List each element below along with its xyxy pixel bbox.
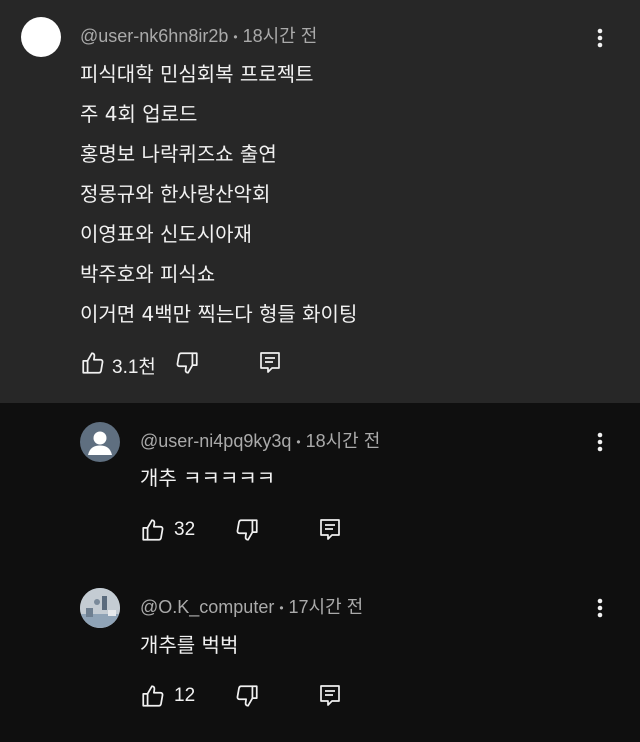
more-vert-icon[interactable] bbox=[588, 428, 612, 456]
comment-line: 박주호와 피식쇼 bbox=[80, 262, 216, 286]
more-vert-icon[interactable] bbox=[588, 594, 612, 622]
reply-meta: @O.K_computer • 17시간 전 bbox=[140, 593, 363, 619]
reply-text: 개추 ㅋㅋㅋㅋㅋ bbox=[140, 466, 276, 490]
thumb-down-icon[interactable] bbox=[174, 350, 200, 380]
separator-dot: • bbox=[279, 601, 284, 616]
like-count: 3.1천 bbox=[112, 357, 156, 378]
thumb-up-icon[interactable] bbox=[140, 517, 166, 547]
comment-meta: @user-nk6hn8ir2b • 18시간 전 bbox=[80, 22, 317, 48]
comment-line: 피식대학 민심회복 프로젝트 bbox=[80, 62, 314, 86]
like-count: 12 bbox=[174, 685, 196, 706]
reply-time: 18시간 전 bbox=[305, 431, 381, 451]
avatar[interactable] bbox=[80, 588, 120, 628]
comment-author[interactable]: @user-nk6hn8ir2b bbox=[80, 26, 228, 46]
more-vert-icon[interactable] bbox=[588, 24, 612, 52]
reply-comment-icon[interactable] bbox=[318, 683, 342, 713]
comment-line: 정몽규와 한사랑산악회 bbox=[80, 182, 271, 206]
thumb-down-icon[interactable] bbox=[234, 517, 260, 547]
comment-line: 이영표와 신도시아재 bbox=[80, 222, 252, 246]
comment-time: 18시간 전 bbox=[242, 26, 318, 46]
highlighted-comment: @user-nk6hn8ir2b • 18시간 전 피식대학 민심회복 프로젝트 주… bbox=[0, 0, 640, 403]
reply-time: 17시간 전 bbox=[288, 597, 364, 617]
separator-dot: • bbox=[296, 435, 301, 450]
reply-author[interactable]: @user-ni4pq9ky3q bbox=[140, 431, 291, 451]
reply-text: 개추를 벅벅 bbox=[140, 633, 239, 657]
avatar[interactable] bbox=[80, 422, 120, 462]
thumb-down-icon[interactable] bbox=[234, 683, 260, 713]
avatar[interactable] bbox=[21, 17, 61, 57]
separator-dot: • bbox=[233, 30, 238, 45]
comment-line: 주 4회 업로드 bbox=[80, 102, 198, 126]
thumb-up-icon[interactable] bbox=[140, 683, 166, 713]
reply-meta: @user-ni4pq9ky3q • 18시간 전 bbox=[140, 427, 380, 453]
reply-comment-icon[interactable] bbox=[318, 517, 342, 547]
like-count: 32 bbox=[174, 519, 196, 540]
comment-line: 홍명보 나락퀴즈쇼 출연 bbox=[80, 142, 277, 166]
thumb-up-icon[interactable] bbox=[80, 350, 106, 380]
reply-author[interactable]: @O.K_computer bbox=[140, 597, 274, 617]
comment-line: 이거면 4백만 찍는다 형들 화이팅 bbox=[80, 302, 358, 326]
reply-comment-icon[interactable] bbox=[258, 350, 282, 380]
